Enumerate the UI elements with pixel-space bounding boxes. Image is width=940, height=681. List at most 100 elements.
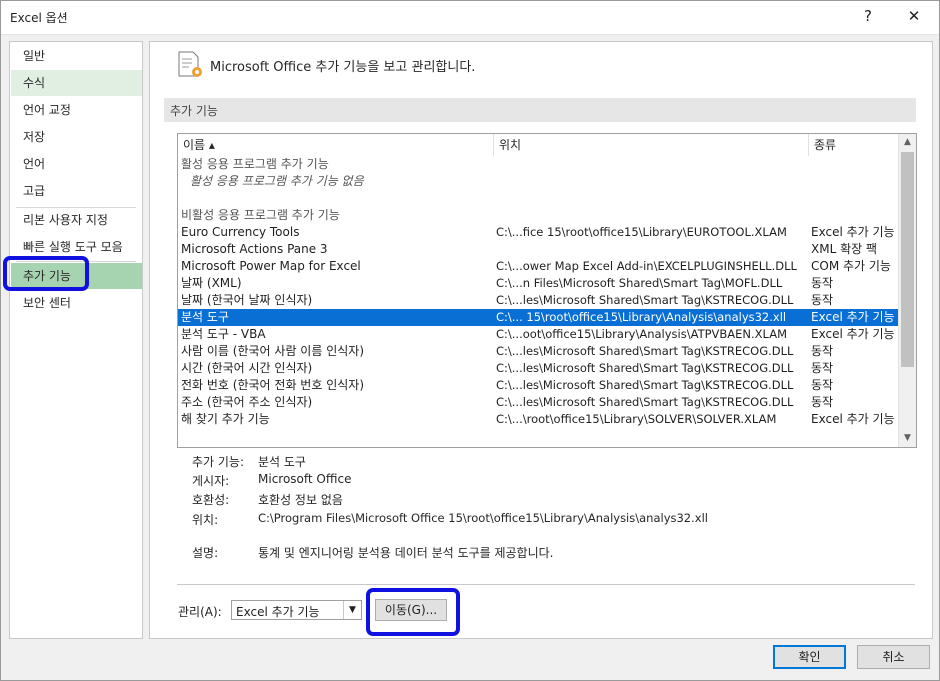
title-bar: Excel 옵션 ? ✕ (0, 0, 940, 35)
nav-item-save[interactable]: 저장 (11, 124, 142, 150)
column-header-type[interactable]: 종류 (809, 134, 899, 156)
help-button[interactable]: ? (853, 4, 883, 28)
scroll-thumb[interactable] (901, 152, 914, 367)
detail-location-value: C:\Program Files\Microsoft Office 15\roo… (258, 511, 708, 525)
nav-item-customize-ribbon[interactable]: 리본 사용자 지정 (11, 207, 142, 233)
addin-location: C:\...les\Microsoft Shared\Smart Tag\KST… (496, 293, 794, 307)
addin-name: 날짜 (한국어 날짜 인식자) (181, 293, 313, 307)
addin-type: XML 확장 팩 (811, 242, 878, 256)
addin-location: C:\...n Files\Microsoft Shared\Smart Tag… (496, 276, 783, 290)
detail-addin-label: 추가 기능: (192, 455, 245, 469)
panel-heading: Microsoft Office 추가 기능을 보고 관리합니다. (210, 60, 476, 75)
addin-name: 활성 응용 프로그램 추가 기능 (181, 157, 329, 171)
list-group-header: 비활성 응용 프로그램 추가 기능 (178, 207, 899, 224)
detail-compat-value: 호환성 정보 없음 (258, 493, 343, 507)
nav-item-trust-center[interactable]: 보안 센터 (11, 290, 142, 316)
close-button[interactable]: ✕ (899, 4, 929, 28)
addin-name: 비활성 응용 프로그램 추가 기능 (181, 208, 340, 222)
list-item[interactable]: 날짜 (한국어 날짜 인식자) C:\...les\Microsoft Share… (178, 292, 899, 309)
addin-type: Excel 추가 기능 (811, 412, 895, 426)
addin-name: 분석 도구 (181, 310, 229, 324)
addin-name: 분석 도구 - VBA (181, 327, 266, 341)
addin-name: 해 찾기 추가 기능 (181, 412, 270, 426)
addin-name: Microsoft Power Map for Excel (181, 259, 361, 273)
list-item[interactable]: 사람 이름 (한국어 사람 이름 인식자) C:\...les\Microsoft… (178, 343, 899, 360)
addin-name: 시간 (한국어 시간 인식자) (181, 361, 313, 375)
addin-location: C:\...les\Microsoft Shared\Smart Tag\KST… (496, 361, 794, 375)
bottom-divider (177, 584, 915, 585)
nav-item-formulas[interactable]: 수식 (11, 70, 142, 96)
nav-item-general[interactable]: 일반 (11, 43, 142, 69)
list-item: 활성 응용 프로그램 추가 기능 없음 (178, 173, 899, 190)
addin-location: C:\...\root\office15\Library\SOLVER\SOLV… (496, 412, 777, 426)
detail-compat-label: 호환성: (192, 493, 230, 507)
addin-name: Euro Currency Tools (181, 225, 300, 239)
detail-publisher-value: Microsoft Office (258, 472, 352, 486)
addin-name: 전화 번호 (한국어 전화 번호 인식자) (181, 378, 364, 392)
detail-addin-value: 분석 도구 (258, 455, 306, 469)
addin-type: 동작 (811, 344, 834, 358)
addin-name: Microsoft Actions Pane 3 (181, 242, 328, 256)
addin-type: 동작 (811, 361, 834, 375)
addin-location: C:\...les\Microsoft Shared\Smart Tag\KST… (496, 378, 794, 392)
detail-description-value: 통계 및 엔지니어링 분석용 데이터 분석 도구를 제공합니다. (258, 546, 554, 560)
scroll-down-icon[interactable]: ▼ (899, 430, 916, 447)
addin-type: Excel 추가 기능 (811, 327, 895, 341)
nav-divider (16, 261, 136, 262)
addins-panel: Microsoft Office 추가 기능을 보고 관리합니다. 추가 기능 … (149, 41, 933, 639)
addin-name: 사람 이름 (한국어 사람 이름 인식자) (181, 344, 364, 358)
ok-button[interactable]: 확인 (773, 645, 846, 669)
addin-location: C:\...ower Map Excel Add-in\EXCELPLUGINS… (496, 259, 797, 273)
addin-type: COM 추가 기능 (811, 259, 891, 273)
list-item[interactable]: 시간 (한국어 시간 인식자) C:\...les\Microsoft Share… (178, 360, 899, 377)
detail-location-label: 위치: (192, 513, 219, 527)
nav-item-proofing[interactable]: 언어 교정 (11, 97, 142, 123)
detail-description-label: 설명: (192, 546, 219, 560)
manage-dropdown-value: Excel 추가 기능 (236, 605, 320, 619)
addin-name: 주소 (한국어 주소 인식자) (181, 395, 313, 409)
list-item[interactable]: 해 찾기 추가 기능 C:\...\root\office15\Library\S… (178, 411, 899, 428)
addin-type: 동작 (811, 293, 834, 307)
cancel-button[interactable]: 취소 (857, 645, 930, 669)
list-item[interactable]: 날짜 (XML) C:\...n Files\Microsoft Shared\S… (178, 275, 899, 292)
list-scrollbar[interactable]: ▲ ▼ (898, 134, 916, 447)
addin-type: 동작 (811, 276, 834, 290)
manage-dropdown[interactable]: Excel 추가 기능 ▼ (231, 600, 362, 620)
list-item[interactable]: 분석 도구 - VBA C:\...oot\office15\Library\An… (178, 326, 899, 343)
addin-location: C:\...oot\office15\Library\Analysis\ATPV… (496, 327, 788, 341)
section-title: 추가 기능 (170, 104, 218, 118)
section-header: 추가 기능 (164, 98, 916, 122)
list-item[interactable]: 주소 (한국어 주소 인식자) C:\...les\Microsoft Share… (178, 394, 899, 411)
nav-item-advanced[interactable]: 고급 (11, 178, 142, 204)
list-item[interactable]: Euro Currency Tools C:\...fice 15\root\of… (178, 224, 899, 241)
addin-location: C:\...les\Microsoft Shared\Smart Tag\KST… (496, 344, 794, 358)
addin-type: Excel 추가 기능 (811, 225, 895, 239)
addin-type: 동작 (811, 378, 834, 392)
list-item[interactable]: Microsoft Actions Pane 3 XML 확장 팩 (178, 241, 899, 258)
list-item[interactable]: Microsoft Power Map for Excel C:\...ower … (178, 258, 899, 275)
column-header-name[interactable]: 이름 ▴ (178, 134, 494, 156)
list-item[interactable]: 전화 번호 (한국어 전화 번호 인식자) C:\...les\Microsoft… (178, 377, 899, 394)
detail-publisher-label: 게시자: (192, 474, 230, 488)
nav-item-quick-access-toolbar[interactable]: 빠른 실행 도구 모음 (11, 234, 142, 260)
list-group-header: 활성 응용 프로그램 추가 기능 (178, 156, 899, 173)
manage-label: 관리(A): (178, 605, 222, 619)
chevron-down-icon[interactable]: ▼ (343, 601, 361, 619)
nav-item-addins[interactable]: 추가 기능 (11, 263, 142, 289)
addin-location: C:\...les\Microsoft Shared\Smart Tag\KST… (496, 395, 794, 409)
addin-location: C:\...fice 15\root\office15\Library\EURO… (496, 225, 787, 239)
addin-location: C:\... 15\root\office15\Library\Analysis… (496, 310, 787, 324)
addins-gear-icon (178, 51, 202, 77)
addin-name: 활성 응용 프로그램 추가 기능 없음 (190, 174, 364, 188)
list-item[interactable]: 분석 도구 C:\... 15\root\office15\Library\Ana… (178, 309, 899, 326)
addin-type: Excel 추가 기능 (811, 310, 895, 324)
addin-type: 동작 (811, 395, 834, 409)
nav-item-language[interactable]: 언어 (11, 151, 142, 177)
column-header-location[interactable]: 위치 (494, 134, 809, 156)
addins-list[interactable]: 이름 ▴ 위치 종류 활성 응용 프로그램 추가 기능활성 응용 프로그램 추가… (177, 133, 917, 448)
window-title: Excel 옵션 (10, 11, 68, 25)
list-item (178, 190, 899, 207)
go-button[interactable]: 이동(G)... (375, 599, 447, 621)
options-sidebar: 일반 수식 언어 교정 저장 언어 고급 리본 사용자 지정 빠른 실행 도구 … (9, 41, 143, 639)
scroll-up-icon[interactable]: ▲ (899, 134, 916, 151)
